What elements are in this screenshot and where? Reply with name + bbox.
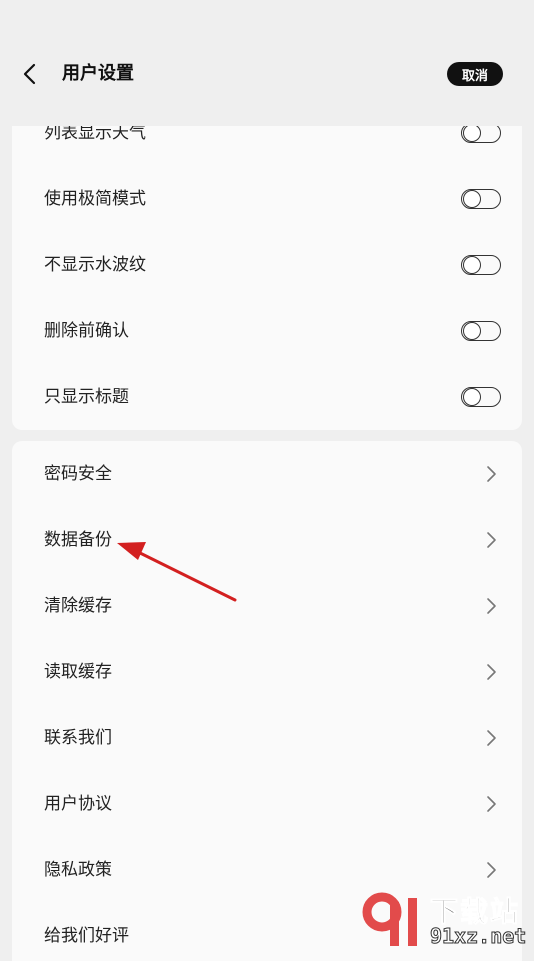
setting-row-confirm-delete[interactable]: 删除前确认 — [12, 298, 522, 364]
setting-label: 清除缓存 — [44, 596, 112, 616]
chevron-right-icon — [487, 532, 496, 548]
link-settings-card: 密码安全 数据备份 清除缓存 读取缓存 联系我们 用户协议 隐私政策 给我们好评 — [12, 441, 522, 961]
setting-row-no-ripple[interactable]: 不显示水波纹 — [12, 232, 522, 298]
setting-label: 列表显示天气 — [44, 126, 146, 143]
setting-label: 删除前确认 — [44, 321, 129, 341]
setting-row-show-weather[interactable]: 列表显示天气 — [12, 126, 522, 166]
setting-row-user-agreement[interactable]: 用户协议 — [12, 771, 522, 837]
setting-row-contact-us[interactable]: 联系我们 — [12, 705, 522, 771]
confirm-delete-toggle[interactable] — [461, 321, 501, 341]
toggle-knob — [463, 322, 481, 340]
toggle-knob — [463, 190, 481, 208]
chevron-right-icon — [487, 862, 496, 878]
no-ripple-toggle[interactable] — [461, 255, 501, 275]
toggle-knob — [463, 388, 481, 406]
show-weather-toggle[interactable] — [461, 126, 501, 143]
setting-label: 使用极简模式 — [44, 189, 146, 209]
setting-row-clear-cache[interactable]: 清除缓存 — [12, 573, 522, 639]
setting-label: 给我们好评 — [44, 926, 129, 946]
setting-label: 不显示水波纹 — [44, 255, 146, 275]
back-button[interactable] — [14, 58, 46, 90]
chevron-right-icon — [487, 664, 496, 680]
setting-label: 密码安全 — [44, 464, 112, 484]
chevron-right-icon — [487, 796, 496, 812]
chevron-right-icon — [487, 466, 496, 482]
chevron-right-icon — [487, 730, 496, 746]
setting-label: 联系我们 — [44, 728, 112, 748]
setting-label: 隐私政策 — [44, 860, 112, 880]
minimal-mode-toggle[interactable] — [461, 189, 501, 209]
setting-row-data-backup[interactable]: 数据备份 — [12, 507, 522, 573]
chevron-right-icon — [487, 598, 496, 614]
setting-row-title-only[interactable]: 只显示标题 — [12, 364, 522, 430]
setting-label: 读取缓存 — [44, 662, 112, 682]
toggle-settings-card: 列表显示天气 使用极简模式 不显示水波纹 删除前确认 只显示标题 — [12, 126, 522, 430]
setting-label: 只显示标题 — [44, 387, 129, 407]
watermark-logo: 下载站 91xz.net — [360, 890, 534, 950]
chevron-left-icon — [23, 63, 36, 85]
cancel-button[interactable]: 取消 — [447, 62, 503, 86]
watermark-91-icon — [362, 892, 417, 946]
header-bar: 用户设置 取消 — [0, 0, 534, 126]
setting-row-password-security[interactable]: 密码安全 — [12, 441, 522, 507]
toggle-knob — [463, 256, 481, 274]
toggle-knob — [463, 126, 481, 142]
watermark-url: 91xz.net — [429, 924, 527, 949]
setting-label: 用户协议 — [44, 794, 112, 814]
setting-row-minimal-mode[interactable]: 使用极简模式 — [12, 166, 522, 232]
page-title: 用户设置 — [62, 63, 134, 84]
setting-row-read-cache[interactable]: 读取缓存 — [12, 639, 522, 705]
setting-label: 数据备份 — [44, 530, 112, 550]
title-only-toggle[interactable] — [461, 387, 501, 407]
